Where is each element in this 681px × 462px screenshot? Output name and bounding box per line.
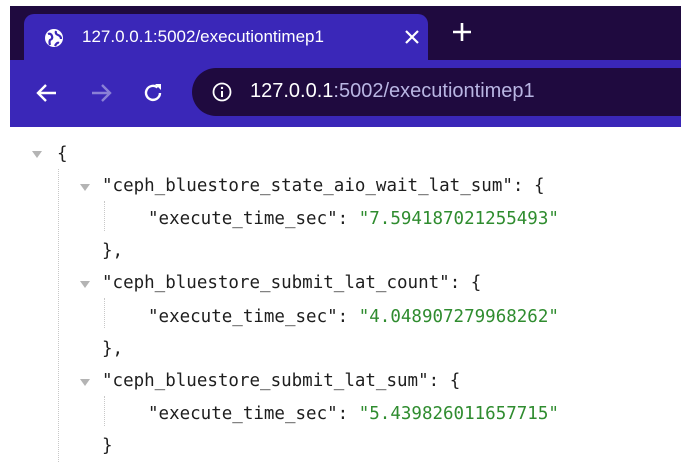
json-colon: : xyxy=(428,371,450,391)
json-field-line: "execute_time_sec": "4.048907279968262" xyxy=(148,307,559,327)
json-key: "ceph_bluestore_state_aio_wait_lat_sum" xyxy=(102,176,513,196)
json-close-brace: }, xyxy=(102,339,124,359)
tab-strip: 127.0.0.1:5002/executiontimep1 xyxy=(10,6,681,60)
json-string-value: "7.594187021255493" xyxy=(358,209,559,229)
info-icon[interactable] xyxy=(212,82,232,102)
json-field-line: "execute_time_sec": "5.439826011657715" xyxy=(148,404,559,424)
json-close-brace: }, xyxy=(102,241,124,261)
indent-guide xyxy=(104,396,105,426)
json-key-line: "ceph_bluestore_state_aio_wait_lat_sum":… xyxy=(102,176,545,196)
root-open-brace: { xyxy=(57,144,68,164)
json-colon: : xyxy=(337,209,359,229)
json-colon: : xyxy=(337,307,359,327)
url-host: 127.0.0.1 xyxy=(250,80,334,102)
json-field-key: "execute_time_sec" xyxy=(148,307,338,327)
json-key: "ceph_bluestore_submit_lat_count" xyxy=(102,273,450,293)
json-open-brace: { xyxy=(449,371,461,391)
json-colon: : xyxy=(512,176,534,196)
browser-tab[interactable]: 127.0.0.1:5002/executiontimep1 xyxy=(24,14,428,60)
json-key-line: "ceph_bluestore_submit_lat_count": { xyxy=(102,273,481,293)
close-icon[interactable] xyxy=(404,29,420,45)
address-bar[interactable]: 127.0.0.1:5002/executiontimep1 xyxy=(192,68,681,116)
url-text[interactable]: 127.0.0.1:5002/executiontimep1 xyxy=(250,80,535,103)
indent-guide xyxy=(104,298,105,328)
tab-title: 127.0.0.1:5002/executiontimep1 xyxy=(82,27,324,46)
url-path: :5002/executiontimep1 xyxy=(333,80,535,102)
json-viewer: { "ceph_bluestore_state_aio_wait_lat_sum… xyxy=(0,127,681,462)
json-string-value: "4.048907279968262" xyxy=(358,307,559,327)
root-indent-guide xyxy=(58,169,59,462)
forward-arrow-icon[interactable] xyxy=(90,82,112,104)
json-field-key: "execute_time_sec" xyxy=(148,404,338,424)
browser-toolbar: 127.0.0.1:5002/executiontimep1 xyxy=(10,60,681,124)
json-key: "ceph_bluestore_submit_lat_sum" xyxy=(102,371,429,391)
json-key-line: "ceph_bluestore_submit_lat_sum": { xyxy=(102,371,460,391)
json-field-line: "execute_time_sec": "7.594187021255493" xyxy=(148,209,559,229)
json-colon: : xyxy=(337,404,359,424)
collapse-triangle-icon[interactable] xyxy=(32,151,42,158)
collapse-triangle-icon[interactable] xyxy=(80,281,90,288)
new-tab-plus-icon[interactable] xyxy=(452,22,472,42)
collapse-triangle-icon[interactable] xyxy=(80,184,90,191)
globe-icon xyxy=(45,29,63,47)
json-string-value: "5.439826011657715" xyxy=(358,404,559,424)
reload-icon[interactable] xyxy=(142,82,164,104)
json-field-key: "execute_time_sec" xyxy=(148,209,338,229)
json-open-brace: { xyxy=(533,176,545,196)
json-colon: : xyxy=(449,273,471,293)
json-close-brace: } xyxy=(102,436,113,456)
json-open-brace: { xyxy=(470,273,482,293)
indent-guide xyxy=(104,201,105,231)
back-arrow-icon[interactable] xyxy=(36,82,58,104)
collapse-triangle-icon[interactable] xyxy=(80,379,90,386)
